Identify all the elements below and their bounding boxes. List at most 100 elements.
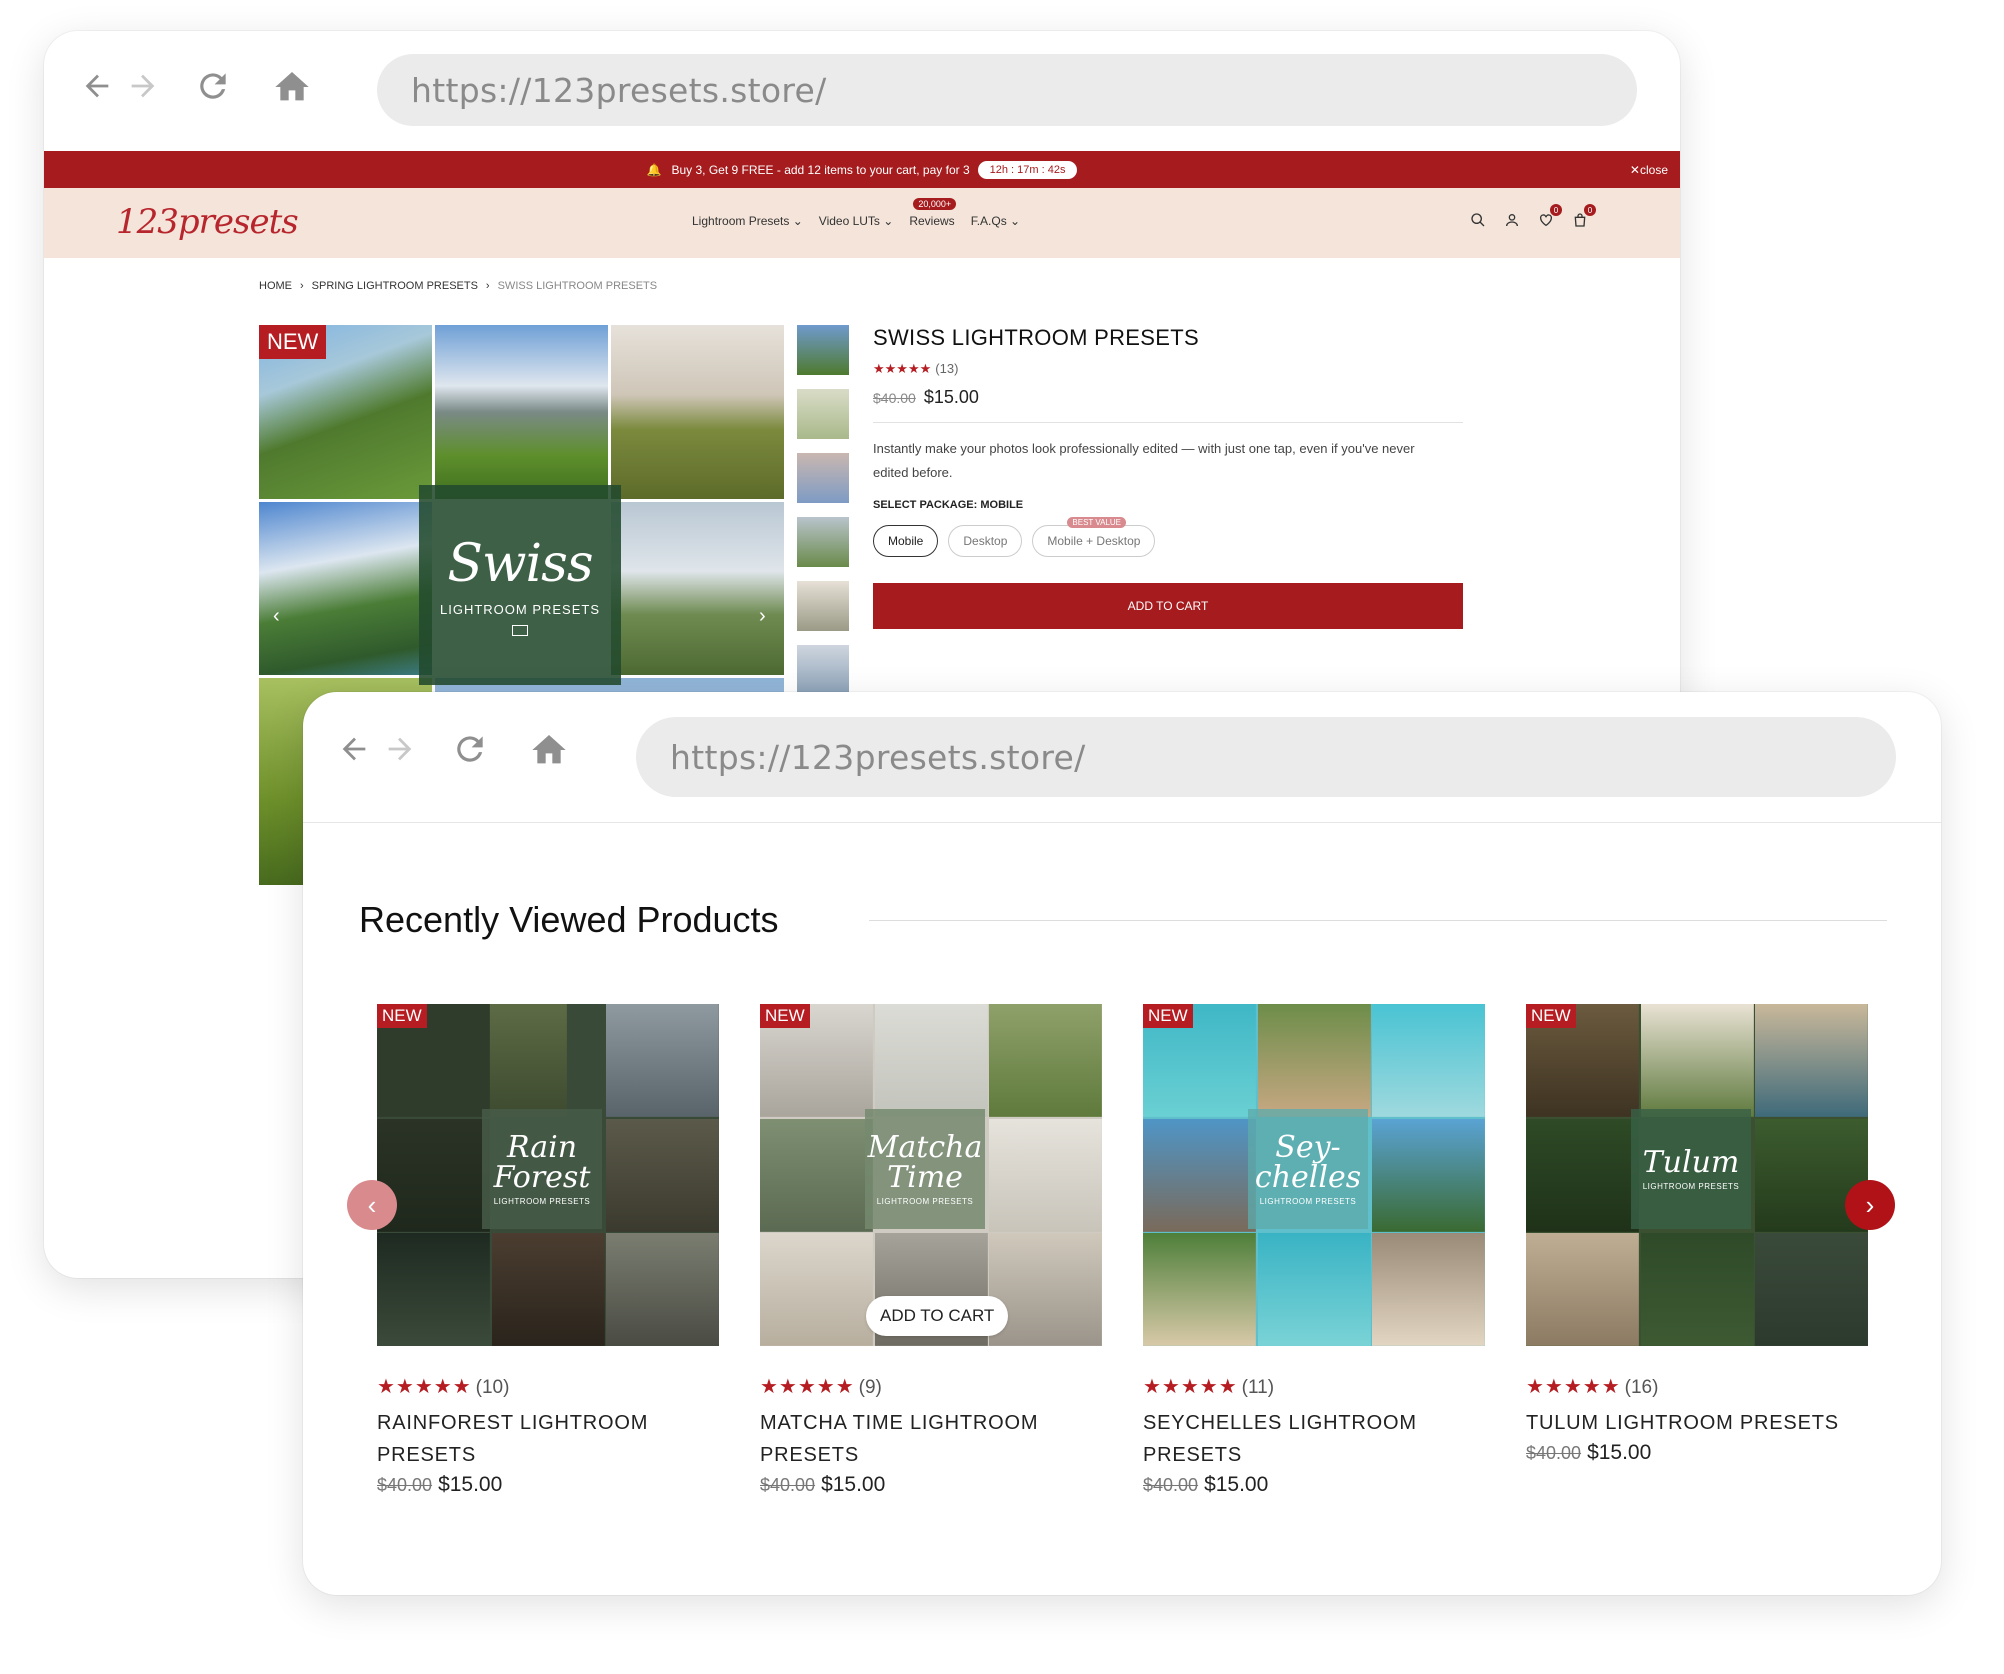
- product-card-matcha-time[interactable]: NEW Matcha Time LIGHTROOM PRESETS ADD TO…: [760, 1004, 1102, 1497]
- arrow-left-icon[interactable]: [337, 732, 371, 766]
- browser-window-front: https://123presets.store/ Recently Viewe…: [303, 692, 1941, 1595]
- search-icon[interactable]: [1468, 210, 1488, 230]
- collection-title-panel: Rain Forest LIGHTROOM PRESETS: [482, 1109, 602, 1229]
- gallery-photo: [611, 325, 784, 499]
- product-price: $40.00 $15.00: [377, 1473, 503, 1496]
- product-image[interactable]: NEW Rain Forest LIGHTROOM PRESETS: [377, 1004, 719, 1346]
- quick-add-to-cart-button[interactable]: ADD TO CART: [866, 1296, 1009, 1336]
- nav-video-luts[interactable]: Video LUTs ⌄: [819, 214, 894, 228]
- product-price: $40.00 $15.00: [760, 1473, 886, 1496]
- product-card-seychelles[interactable]: NEW Sey-chelles LIGHTROOM PRESETS ★★★★★(…: [1143, 1004, 1485, 1497]
- section-title: Recently Viewed Products: [359, 899, 779, 940]
- product-card-rainforest[interactable]: NEW Rain Forest LIGHTROOM PRESETS ★★★★★(…: [377, 1004, 719, 1497]
- thumbnail[interactable]: [797, 581, 849, 631]
- product-price: $40.00 $15.00: [1143, 1473, 1269, 1496]
- home-icon[interactable]: [272, 67, 312, 107]
- gallery-prev-arrow[interactable]: ‹: [273, 605, 280, 628]
- arrow-left-icon[interactable]: [80, 69, 114, 103]
- product-rating: ★★★★★ (10): [377, 1376, 510, 1398]
- thumbnail[interactable]: [797, 517, 849, 567]
- product-rating: ★★★★★ (16): [1526, 1376, 1659, 1398]
- nav-reviews[interactable]: 20,000+ Reviews: [909, 198, 957, 228]
- main-nav: Lightroom Presets ⌄ Video LUTs ⌄ 20,000+…: [692, 198, 1020, 228]
- add-to-cart-button[interactable]: ADD TO CART: [873, 583, 1463, 629]
- product-name[interactable]: RAINFOREST LIGHTROOM PRESETS: [377, 1407, 719, 1471]
- cart-icon[interactable]: 0: [1570, 204, 1596, 230]
- carousel-prev-button[interactable]: ‹: [347, 1180, 397, 1230]
- thumbnail[interactable]: [797, 389, 849, 439]
- package-label: SELECT PACKAGE: MOBILE: [873, 499, 1024, 511]
- new-badge: NEW: [1143, 1004, 1193, 1028]
- bell-icon: 🔔: [646, 162, 662, 177]
- thumbnail-strip: [797, 325, 849, 709]
- new-badge: NEW: [377, 1004, 427, 1028]
- product-card-tulum[interactable]: NEW Tulum LIGHTROOM PRESETS ★★★★★ (16) TU…: [1526, 1004, 1868, 1465]
- breadcrumb-current: SWISS LIGHTROOM PRESETS: [497, 280, 658, 292]
- account-icon[interactable]: [1502, 210, 1522, 230]
- thumbnail[interactable]: [797, 453, 849, 503]
- new-badge: NEW: [1526, 1004, 1576, 1028]
- package-mobile[interactable]: Mobile: [873, 525, 939, 557]
- url-bar[interactable]: https://123presets.store/: [636, 717, 1896, 797]
- toolbar-divider: [303, 822, 1941, 823]
- site-logo[interactable]: 123presets: [116, 202, 299, 242]
- arrow-right-icon[interactable]: [126, 69, 160, 103]
- collection-title-panel: Tulum LIGHTROOM PRESETS: [1631, 1109, 1751, 1229]
- product-rating: ★★★★★ (9): [760, 1376, 882, 1398]
- product-image[interactable]: NEW Matcha Time LIGHTROOM PRESETS ADD TO…: [760, 1004, 1102, 1346]
- breadcrumb: HOME › SPRING LIGHTROOM PRESETS › SWISS LI…: [259, 280, 658, 292]
- breadcrumb-spring[interactable]: SPRING LIGHTROOM PRESETS: [312, 280, 478, 292]
- countdown-timer: 12h : 17m : 42s: [977, 160, 1078, 179]
- collection-title-panel: Swiss LIGHTROOM PRESETS: [419, 485, 621, 685]
- nav-faqs[interactable]: F.A.Qs ⌄: [971, 214, 1020, 228]
- header-icons: 0 0: [1468, 204, 1596, 230]
- gallery-photo: [611, 502, 784, 675]
- breadcrumb-home[interactable]: HOME: [259, 280, 292, 292]
- device-icon: [512, 625, 528, 636]
- product-name[interactable]: MATCHA TIME LIGHTROOM PRESETS: [760, 1407, 1102, 1471]
- gallery-photo: [259, 502, 432, 675]
- arrow-right-icon[interactable]: [383, 732, 417, 766]
- package-desktop[interactable]: Desktop: [948, 525, 1023, 557]
- browser-toolbar: https://123presets.store/: [303, 692, 1941, 810]
- product-name[interactable]: SEYCHELLES LIGHTROOM PRESETS: [1143, 1407, 1485, 1471]
- product-rating[interactable]: ★★★★★ (13): [873, 361, 1463, 377]
- promo-close-button[interactable]: ✕close: [1630, 163, 1668, 177]
- package-mobile-desktop[interactable]: BEST VALUE Mobile + Desktop: [1032, 517, 1156, 557]
- thumbnail[interactable]: [797, 325, 849, 375]
- wishlist-count: 0: [1550, 204, 1562, 216]
- gallery-next-arrow[interactable]: ›: [759, 605, 766, 628]
- home-icon[interactable]: [529, 730, 569, 770]
- product-price: $40.00 $15.00: [873, 387, 979, 407]
- new-badge: NEW: [259, 325, 327, 359]
- cart-count: 0: [1584, 204, 1596, 216]
- chevron-right-icon: ›: [1865, 1189, 1875, 1220]
- reload-icon[interactable]: [451, 730, 489, 768]
- product-title: SWISS LIGHTROOM PRESETS: [873, 325, 1199, 350]
- gallery-photo: [435, 325, 608, 499]
- chevron-left-icon: ‹: [367, 1189, 377, 1220]
- best-value-badge: BEST VALUE: [1067, 517, 1127, 528]
- product-description: Instantly make your photos look professi…: [873, 441, 1415, 480]
- wishlist-icon[interactable]: 0: [1536, 204, 1562, 230]
- thumbnail[interactable]: [797, 645, 849, 695]
- new-badge: NEW: [760, 1004, 810, 1028]
- nav-lightroom-presets[interactable]: Lightroom Presets ⌄: [692, 214, 803, 228]
- product-name[interactable]: TULUM LIGHTROOM PRESETS: [1526, 1407, 1868, 1439]
- product-image[interactable]: NEW Tulum LIGHTROOM PRESETS: [1526, 1004, 1868, 1346]
- collection-title-panel: Matcha Time LIGHTROOM PRESETS: [865, 1109, 985, 1229]
- url-bar[interactable]: https://123presets.store/: [377, 54, 1637, 126]
- section-divider: [869, 920, 1887, 921]
- carousel-next-button[interactable]: ›: [1845, 1180, 1895, 1230]
- product-image[interactable]: NEW Sey-chelles LIGHTROOM PRESETS: [1143, 1004, 1485, 1346]
- divider: [873, 422, 1463, 423]
- reload-icon[interactable]: [194, 67, 232, 105]
- promo-bar: 🔔 Buy 3, Get 9 FREE - add 12 items to yo…: [44, 151, 1680, 188]
- site-header: 123presets Lightroom Presets ⌄ Video LUT…: [44, 188, 1680, 258]
- product-rating: ★★★★★ (11): [1143, 1376, 1275, 1398]
- collection-title-panel: Sey-chelles LIGHTROOM PRESETS: [1248, 1109, 1368, 1229]
- package-options: Mobile Desktop BEST VALUE Mobile + Deskto…: [873, 517, 1463, 557]
- product-info: SWISS LIGHTROOM PRESETS ★★★★★ (13) $40.00…: [873, 325, 1463, 629]
- reviews-badge: 20,000+: [913, 198, 957, 210]
- product-price: $40.00 $15.00: [1526, 1441, 1652, 1464]
